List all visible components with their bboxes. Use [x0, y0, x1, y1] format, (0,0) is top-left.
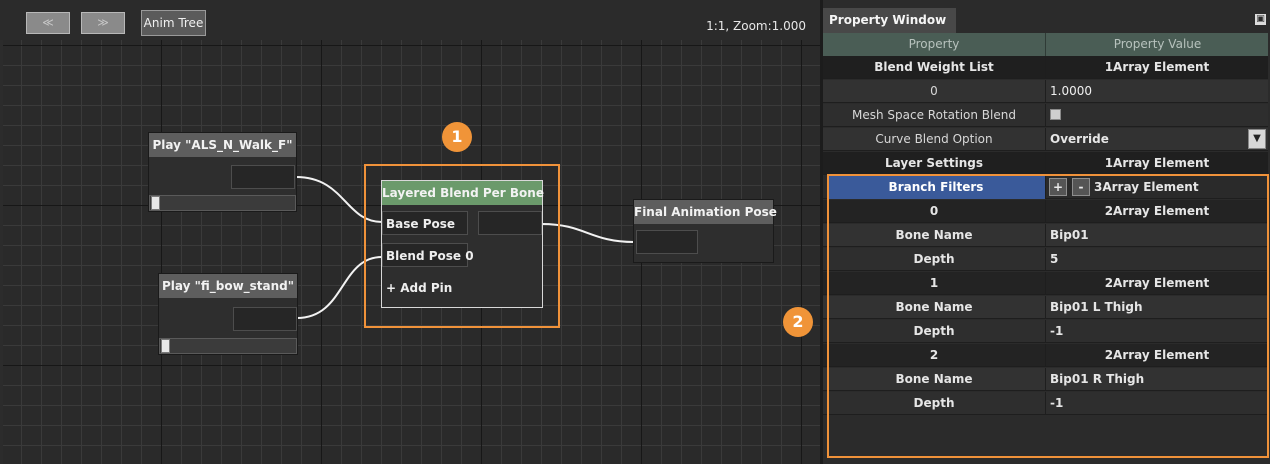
highlight-box-2	[827, 174, 1269, 458]
node-play-bow[interactable]: Play "fi_bow_stand"	[158, 273, 298, 355]
header-property: Property	[908, 37, 960, 51]
back-button[interactable]: ≪	[26, 12, 70, 34]
tab-anim-tree[interactable]: Anim Tree	[141, 10, 206, 36]
node-title: Final Animation Pose	[634, 200, 777, 224]
node-title: Play "ALS_N_Walk_F"	[149, 133, 296, 157]
mesh-space-rotation-checkbox[interactable]	[1050, 109, 1061, 120]
table-row[interactable]: 0 1.0000	[823, 80, 1268, 103]
property-name: Layer Settings	[884, 156, 984, 170]
table-row[interactable]: Blend Weight List 1Array Element	[823, 56, 1268, 79]
node-final-pose[interactable]: Final Animation Pose	[633, 199, 777, 263]
table-row[interactable]: Curve Blend Option Override ▼	[823, 128, 1268, 151]
property-name: Blend Weight List	[874, 60, 994, 74]
property-name: Mesh Space Rotation Blend	[852, 108, 1016, 122]
property-name: 0	[930, 84, 938, 98]
callout-badge-1: 1	[442, 122, 472, 152]
table-row[interactable]: Layer Settings 1Array Element	[823, 152, 1268, 175]
property-name: Curve Blend Option	[875, 132, 993, 146]
chevron-down-icon[interactable]: ▼	[1248, 129, 1266, 149]
curve-blend-select[interactable]: Override ▼	[1045, 128, 1268, 151]
node-play-walk[interactable]: Play "ALS_N_Walk_F"	[148, 132, 297, 212]
editor-toolbar: ≪ ≫ Anim Tree 1:1, Zoom:1.000	[0, 0, 822, 40]
zoom-readout: 1:1, Zoom:1.000	[706, 19, 806, 33]
node-title: Play "fi_bow_stand"	[159, 274, 297, 298]
property-value: 1Array Element	[1045, 56, 1268, 79]
callout-badge-2: 2	[783, 307, 813, 337]
output-pin[interactable]	[233, 307, 297, 331]
property-value[interactable]: 1.0000	[1045, 80, 1268, 103]
property-value: 1Array Element	[1045, 152, 1268, 175]
header-property-value: Property Value	[1045, 33, 1269, 56]
play-rate-slider[interactable]	[159, 338, 297, 354]
property-window: Property Window ▣ Property Property Valu…	[823, 0, 1270, 464]
property-value	[1045, 104, 1268, 127]
selected-value: Override	[1050, 132, 1109, 146]
pin-icon[interactable]: ▣	[1255, 14, 1266, 25]
slider-handle[interactable]	[161, 339, 170, 353]
property-window-tab[interactable]: Property Window	[823, 8, 956, 33]
highlight-box-1	[364, 164, 560, 328]
property-table-header: Property Property Value	[823, 33, 1268, 56]
slider-handle[interactable]	[151, 196, 160, 210]
input-pin[interactable]	[636, 230, 698, 254]
play-rate-slider[interactable]	[149, 195, 296, 211]
anim-tree-editor: ≪ ≫ Anim Tree 1:1, Zoom:1.000 Play "ALS_…	[0, 0, 822, 464]
output-pin[interactable]	[231, 165, 295, 189]
forward-button[interactable]: ≫	[81, 12, 125, 34]
table-row[interactable]: Mesh Space Rotation Blend	[823, 104, 1268, 127]
